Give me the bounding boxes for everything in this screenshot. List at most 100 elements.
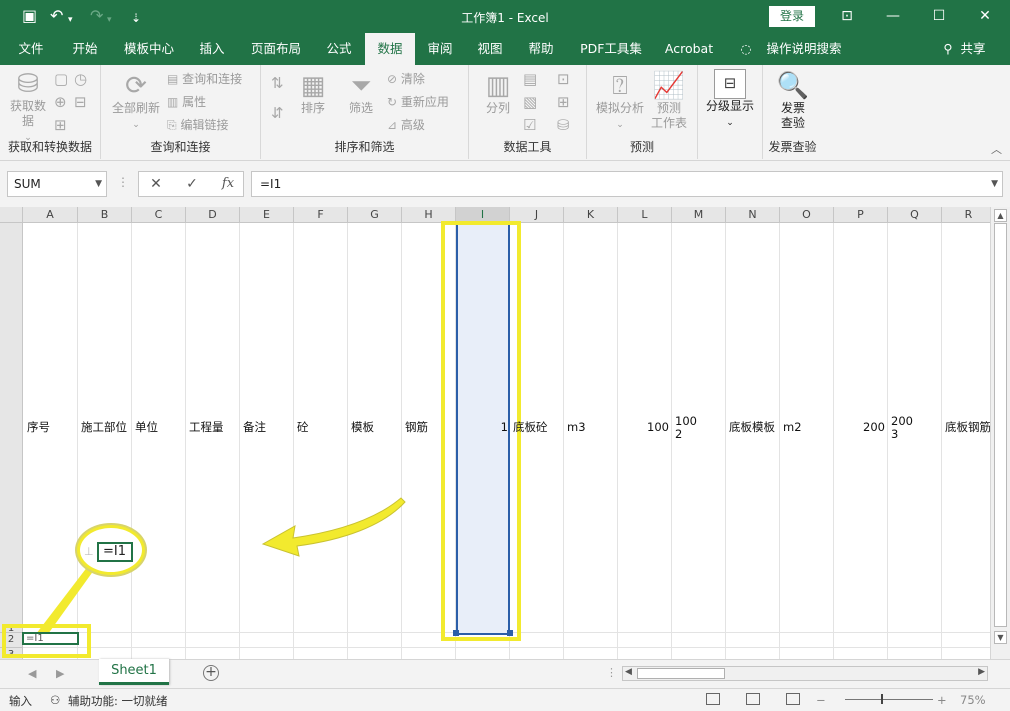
normal-view-icon[interactable] xyxy=(706,693,720,705)
reapply-button[interactable]: ↻ 重新应用 xyxy=(387,94,449,110)
col-header-o[interactable]: O xyxy=(780,207,834,223)
forecast-sheet-button[interactable]: 📈 预测 工作表 xyxy=(649,71,689,131)
text-to-columns-button[interactable]: ▥ 分列 xyxy=(481,71,515,116)
col-header-k[interactable]: K xyxy=(564,207,618,223)
cell-k1[interactable]: m3 xyxy=(567,421,586,434)
zoom-in-icon[interactable]: + xyxy=(937,693,947,707)
cell-e1[interactable]: 备注 xyxy=(243,421,266,434)
ribbon-display-options-icon[interactable]: ⊡ xyxy=(824,0,870,33)
sort-button[interactable]: ▦ 排序 xyxy=(295,71,331,116)
filter-button[interactable]: ⏷ 筛选 xyxy=(343,71,379,116)
minimize-icon[interactable]: — xyxy=(870,0,916,33)
row-header-1[interactable]: 1 xyxy=(0,223,23,634)
from-text-icon[interactable]: ▢ xyxy=(54,71,68,88)
cell-i1[interactable]: 1 xyxy=(458,421,508,434)
cancel-icon[interactable]: ✕ xyxy=(141,172,171,196)
cell-j1[interactable]: 底板砼 xyxy=(513,421,548,434)
expand-formula-icon[interactable]: ▼ xyxy=(991,172,998,196)
edit-links-button[interactable]: ⎘ 编辑链接 xyxy=(167,117,228,133)
cell-o1[interactable]: m2 xyxy=(783,421,802,434)
zoom-slider-thumb[interactable] xyxy=(881,694,883,704)
col-header-p[interactable]: P xyxy=(834,207,888,223)
clear-button[interactable]: ⊘ 清除 xyxy=(387,71,425,87)
tab-insert[interactable]: 插入 xyxy=(190,33,234,65)
accessibility-icon[interactable]: ⚇ xyxy=(50,693,60,707)
zoom-out-icon[interactable]: − xyxy=(816,693,826,707)
horizontal-scrollbar[interactable]: ◀ ▶ xyxy=(622,666,988,681)
cell-d1[interactable]: 工程量 xyxy=(189,421,224,434)
name-box[interactable]: SUM ▼ xyxy=(7,171,107,197)
select-all-corner[interactable] xyxy=(0,207,23,223)
col-header-f[interactable]: F xyxy=(294,207,348,223)
tab-help[interactable]: 帮助 xyxy=(519,33,563,65)
col-header-c[interactable]: C xyxy=(132,207,186,223)
sort-descending-icon[interactable]: ⇵ xyxy=(271,105,284,122)
cell-p1[interactable]: 200 xyxy=(836,421,885,434)
formula-bar-grip-icon[interactable]: ⋮ xyxy=(117,175,129,189)
page-break-view-icon[interactable] xyxy=(786,693,800,705)
remove-duplicates-icon[interactable]: ▧ xyxy=(523,94,537,111)
tab-view[interactable]: 视图 xyxy=(468,33,512,65)
col-header-e[interactable]: E xyxy=(240,207,294,223)
prev-sheet-icon[interactable]: ◀ xyxy=(28,667,36,680)
cell-b1[interactable]: 施工部位 xyxy=(81,421,127,434)
formula-input[interactable]: =I1 ▼ xyxy=(251,171,1003,197)
what-if-button[interactable]: ⍰ 模拟分析 ⌄ xyxy=(595,71,645,133)
cell-n1[interactable]: 底板模板 xyxy=(729,421,775,434)
share-button[interactable]: 共享 xyxy=(958,33,988,65)
col-header-d[interactable]: D xyxy=(186,207,240,223)
close-icon[interactable]: ✕ xyxy=(962,0,1008,33)
invoice-check-button[interactable]: 🔍 发票 查验 xyxy=(771,71,815,131)
vertical-scrollbar[interactable]: ▲ ▼ xyxy=(990,207,1010,659)
sort-ascending-icon[interactable]: ⇅ xyxy=(271,75,284,92)
zoom-slider[interactable] xyxy=(845,699,933,700)
consolidate-icon[interactable]: ⊡ xyxy=(557,71,570,88)
insert-function-icon[interactable]: fx xyxy=(213,172,243,196)
get-data-button[interactable]: ⛁ 获取数 据 ⌄ xyxy=(6,69,50,146)
login-button[interactable]: 登录 xyxy=(769,6,815,27)
from-table-icon[interactable]: ⊞ xyxy=(54,117,67,134)
scroll-up-icon[interactable]: ▲ xyxy=(994,209,1007,222)
col-header-n[interactable]: N xyxy=(726,207,780,223)
cell-c1[interactable]: 单位 xyxy=(135,421,158,434)
tell-me-search[interactable]: 操作说明搜索 xyxy=(764,33,844,65)
advanced-button[interactable]: ⊿ 高级 xyxy=(387,117,425,133)
vertical-scroll-thumb[interactable] xyxy=(994,223,1007,627)
data-validation-icon[interactable]: ☑ xyxy=(523,117,536,134)
flash-fill-icon[interactable]: ▤ xyxy=(523,71,537,88)
sheet-tab-sheet1[interactable]: Sheet1 xyxy=(99,659,169,685)
tab-data[interactable]: 数据 xyxy=(365,33,415,65)
col-header-r[interactable]: R xyxy=(942,207,990,223)
tab-pdf-tools[interactable]: PDF工具集 xyxy=(576,33,646,65)
tab-formulas[interactable]: 公式 xyxy=(317,33,361,65)
data-model-icon[interactable]: ⛁ xyxy=(557,117,570,134)
tab-acrobat[interactable]: Acrobat xyxy=(660,33,718,65)
cell-f1[interactable]: 砼 xyxy=(297,421,309,434)
worksheet-grid[interactable]: A B C D E F G H I J K L M N O P Q R 1 2 … xyxy=(0,207,990,659)
page-layout-view-icon[interactable] xyxy=(746,693,760,705)
tab-page-layout[interactable]: 页面布局 xyxy=(245,33,307,65)
cell-h1[interactable]: 钢筋 xyxy=(405,421,428,434)
collapse-ribbon-icon[interactable]: ︿ xyxy=(991,141,1002,157)
col-header-m[interactable]: M xyxy=(672,207,726,223)
horizontal-scroll-thumb[interactable] xyxy=(637,668,725,679)
tab-file[interactable]: 文件 xyxy=(8,33,54,65)
col-header-l[interactable]: L xyxy=(618,207,672,223)
existing-connections-icon[interactable]: ⊟ xyxy=(74,94,87,111)
zoom-level[interactable]: 75% xyxy=(960,693,986,707)
col-header-g[interactable]: G xyxy=(348,207,402,223)
outline-button[interactable]: ⊟ 分级显示 ⌄ xyxy=(704,69,756,131)
enter-icon[interactable]: ✓ xyxy=(177,172,207,196)
cell-q1[interactable]: 200 3 xyxy=(891,415,913,441)
accessibility-status[interactable]: 辅助功能: 一切就绪 xyxy=(68,693,168,709)
from-web-icon[interactable]: ⊕ xyxy=(54,94,67,111)
tab-split-grip-icon[interactable]: ⋮ xyxy=(606,666,617,679)
maximize-icon[interactable]: ☐ xyxy=(916,0,962,33)
tab-home[interactable]: 开始 xyxy=(62,33,108,65)
tab-review[interactable]: 审阅 xyxy=(418,33,462,65)
cell-g1[interactable]: 模板 xyxy=(351,421,374,434)
relationships-icon[interactable]: ⊞ xyxy=(557,94,570,111)
cell-r1[interactable]: 底板钢筋 xyxy=(945,421,990,434)
properties-button[interactable]: ▥ 属性 xyxy=(167,94,206,110)
recent-sources-icon[interactable]: ◷ xyxy=(74,71,87,88)
